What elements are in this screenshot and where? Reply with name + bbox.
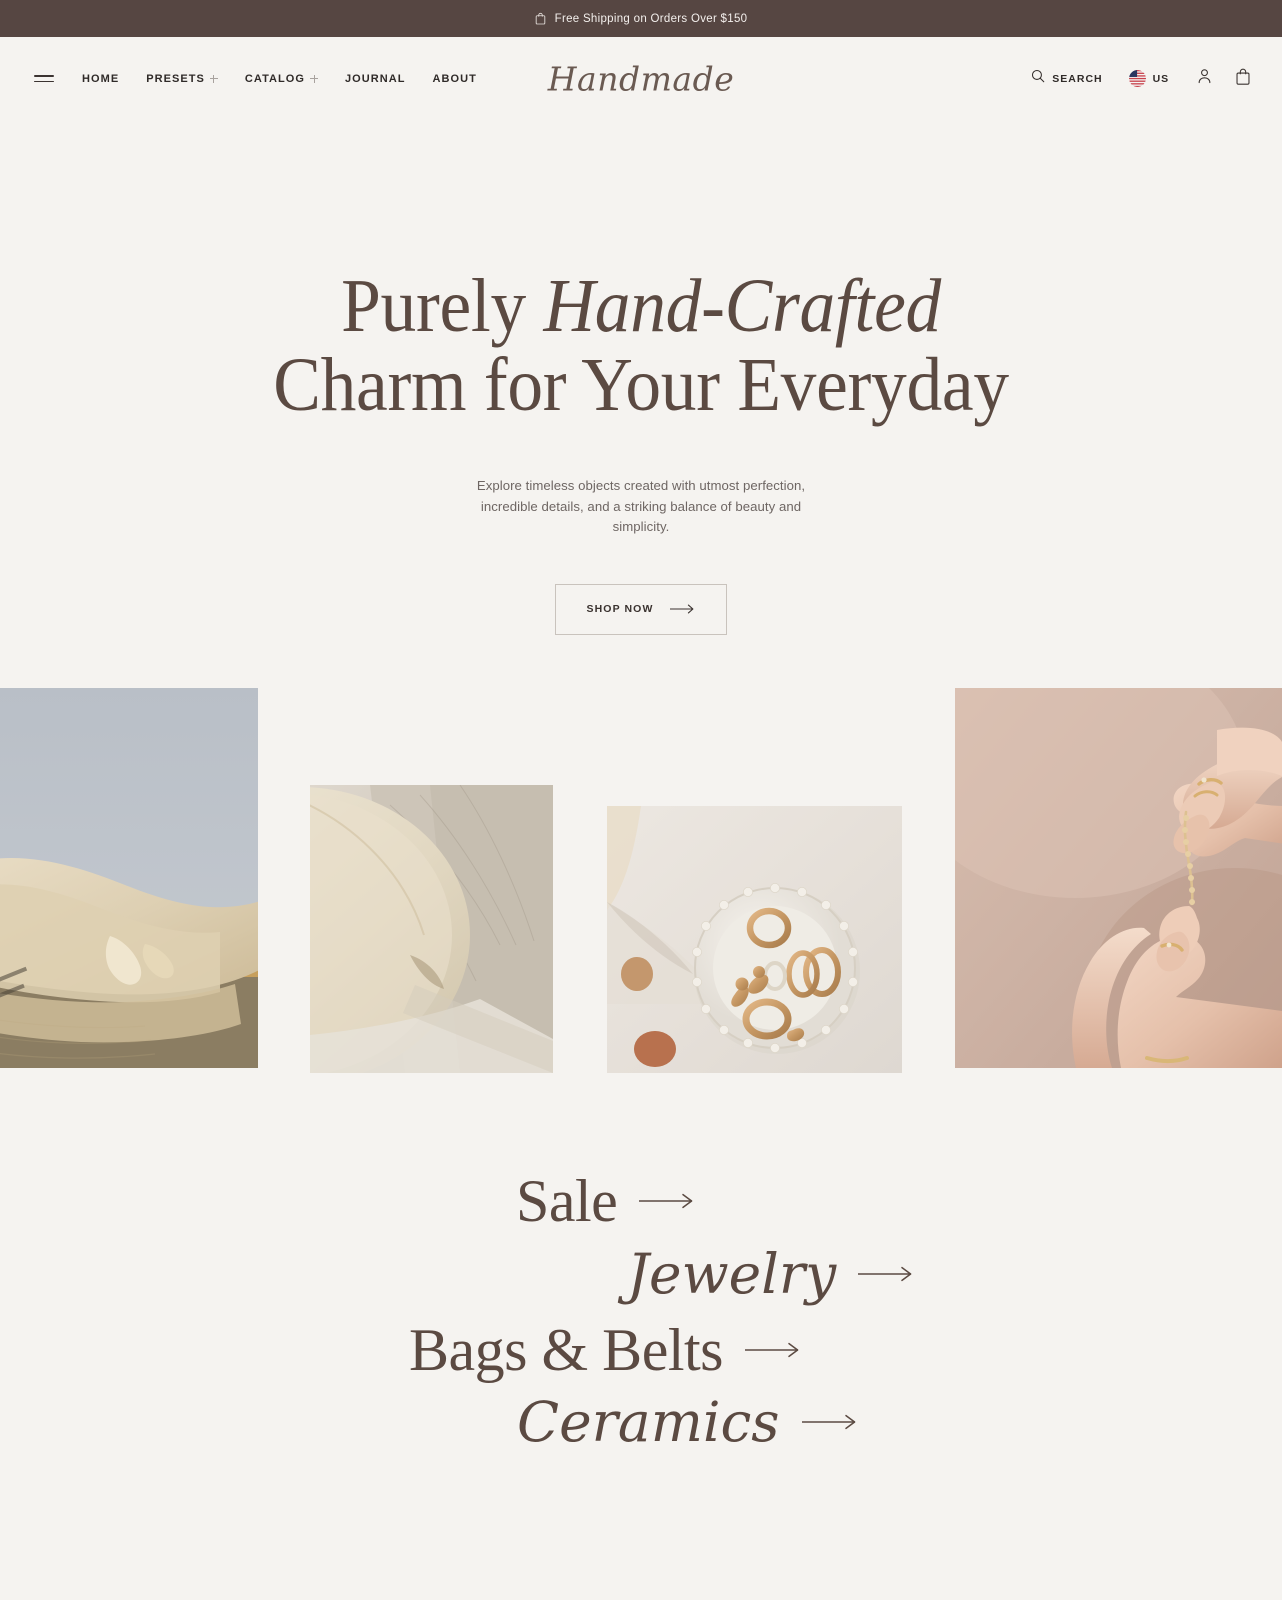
category-link-ceramics[interactable]: Ceramics [517, 1389, 859, 1454]
category-link-bags-and-belts[interactable]: Bags & Belts [409, 1320, 802, 1380]
arrow-right-icon [639, 1193, 696, 1209]
gallery-image-ceramic-plate-with-linen[interactable] [310, 784, 553, 1073]
gallery-image-hands-holding-gold-chain[interactable] [955, 687, 1282, 1068]
us-flag-icon [1128, 70, 1146, 87]
search-icon [1031, 69, 1045, 88]
hero-title-line1: Purely Hand-Crafted [341, 264, 941, 348]
primary-navigation: HOME PRESETS CATALOG JOURNAL ABOUT [34, 72, 477, 86]
plus-icon [310, 74, 319, 83]
page-title: Purely Hand-Crafted Charm for Your Every… [38, 267, 1243, 425]
arrow-right-icon [858, 1266, 915, 1282]
nav-item-label: CATALOG [244, 72, 306, 85]
hero-title-plain: Purely [341, 264, 544, 348]
site-logo[interactable]: Handmade [548, 59, 734, 98]
image-gallery [0, 675, 1282, 1073]
plus-icon [209, 74, 218, 83]
gallery-image-linen-cloth-on-table[interactable] [0, 687, 258, 1068]
search-label: SEARCH [1052, 72, 1103, 85]
nav-item-presets[interactable]: PRESETS [146, 73, 218, 85]
nav-item-label: JOURNAL [345, 72, 406, 85]
nav-item-catalog[interactable]: CATALOG [244, 72, 319, 85]
category-label: Jewelry [627, 1241, 837, 1306]
user-icon[interactable] [1197, 68, 1212, 89]
announcement-bar: Free Shipping on Orders Over $150 [0, 0, 1282, 37]
category-label: Sale [516, 1167, 618, 1234]
category-links: Sale Jewelry Bags & Belts Ceramics [0, 1163, 1282, 1463]
locale-label: US [1152, 72, 1169, 85]
nav-item-label: HOME [82, 72, 120, 85]
category-label: Ceramics [517, 1389, 780, 1454]
hero-title-emphasis: Hand-Crafted [543, 264, 941, 348]
search-button[interactable]: SEARCH [1031, 69, 1102, 88]
arrow-right-icon [801, 1414, 859, 1430]
announcement-text: Free Shipping on Orders Over $150 [554, 12, 748, 25]
hamburger-icon[interactable] [34, 72, 54, 86]
gallery-image-gold-rings-on-ceramic-dish[interactable] [607, 805, 902, 1073]
category-link-sale[interactable]: Sale [516, 1171, 696, 1231]
cart-icon[interactable] [1236, 68, 1250, 90]
shopping-bag-icon [535, 12, 546, 25]
header-actions: SEARCH US [1031, 68, 1250, 90]
locale-selector[interactable]: US [1128, 70, 1169, 87]
shop-now-button[interactable]: SHOP NOW [555, 583, 727, 635]
arrow-right-icon [745, 1342, 802, 1358]
nav-item-home[interactable]: HOME [82, 73, 119, 85]
nav-item-label: PRESETS [146, 72, 205, 85]
category-label: Bags & Belts [409, 1316, 724, 1383]
hero-title-line2: Charm for Your Everyday [273, 343, 1009, 427]
nav-item-journal[interactable]: JOURNAL [345, 73, 406, 85]
category-link-jewelry[interactable]: Jewelry [627, 1241, 915, 1306]
nav-item-label: ABOUT [432, 72, 477, 85]
hero-subtitle: Explore timeless objects created with ut… [476, 478, 806, 534]
arrow-right-icon [670, 602, 695, 617]
nav-item-about[interactable]: ABOUT [433, 73, 477, 85]
site-header: HOME PRESETS CATALOG JOURNAL ABOUT Handm… [0, 37, 1282, 120]
hero-section: Purely Hand-Crafted Charm for Your Every… [0, 267, 1282, 635]
shop-now-label: SHOP NOW [586, 603, 654, 615]
